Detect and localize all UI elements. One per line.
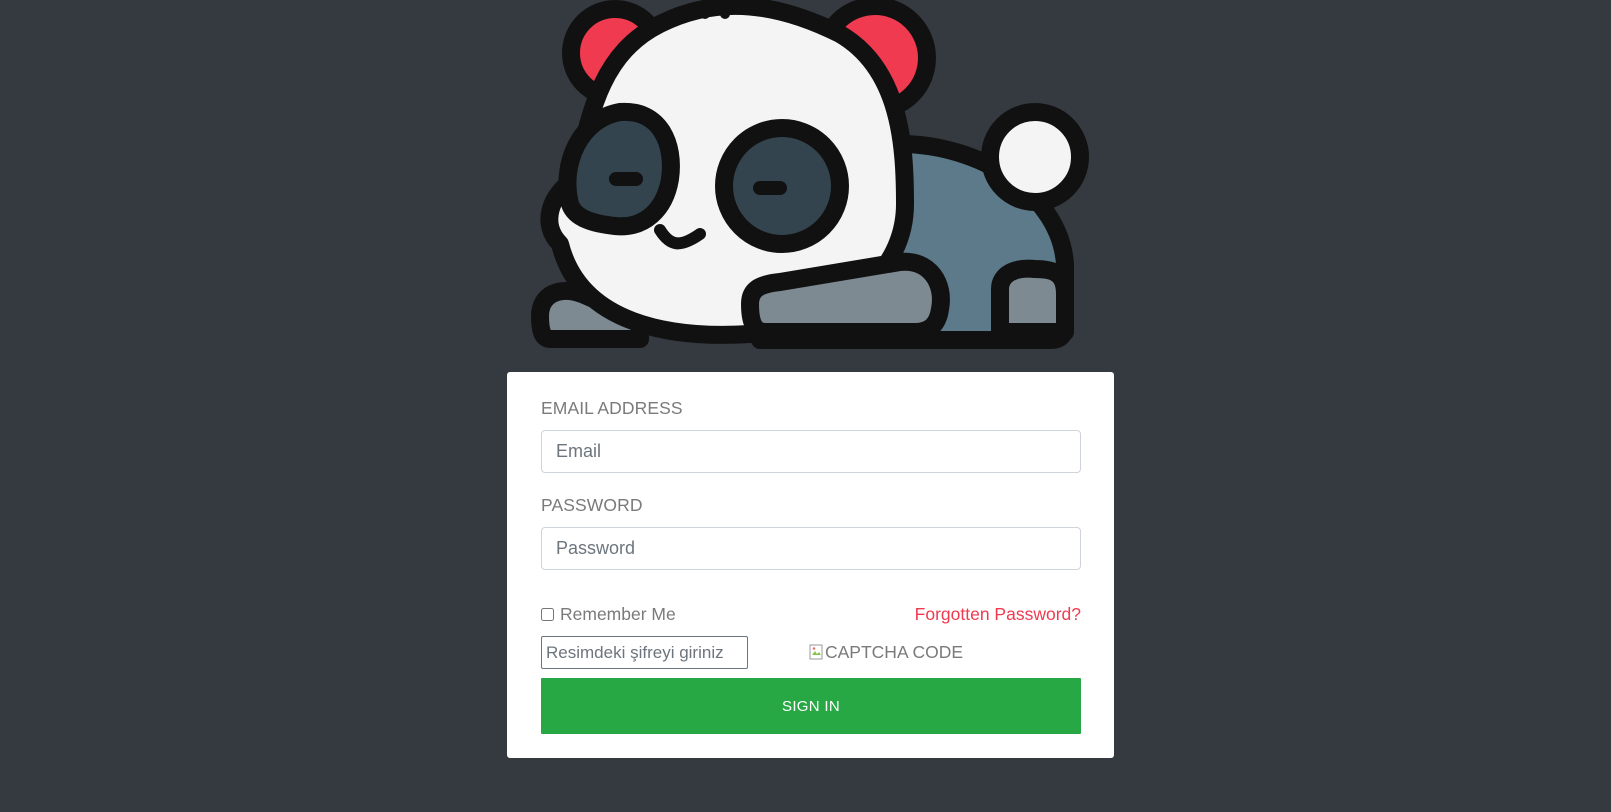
forgot-password-link[interactable]: Forgotten Password? [915,603,1081,625]
email-field[interactable] [541,430,1081,473]
broken-image-icon [809,644,823,660]
password-field[interactable] [541,527,1081,570]
sign-in-button[interactable]: SIGN IN [541,678,1081,734]
captcha-image: CAPTCHA CODE [809,640,963,664]
remember-me-checkbox[interactable] [541,607,554,621]
login-card: EMAIL ADDRESS PASSWORD Remember Me Forgo… [507,372,1114,758]
remember-me-label: Remember Me [560,603,676,624]
captcha-alt-text: CAPTCHA CODE [825,641,964,662]
password-label: PASSWORD [541,495,643,515]
remember-me[interactable]: Remember Me [541,603,676,625]
captcha-input[interactable] [541,636,748,669]
email-label: EMAIL ADDRESS [541,398,683,418]
panda-icon [531,0,1089,349]
